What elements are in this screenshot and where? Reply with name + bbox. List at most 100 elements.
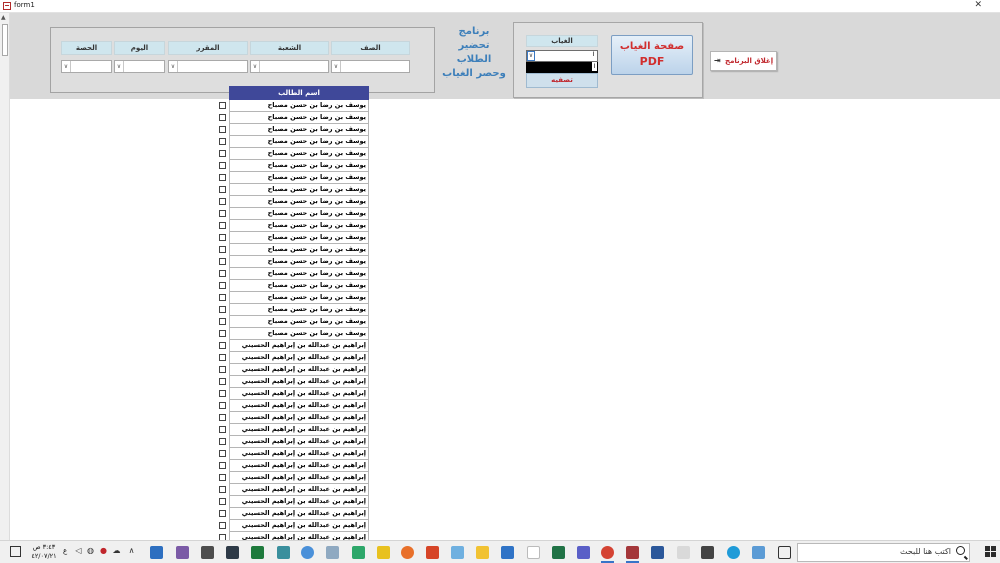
close-program-button[interactable]: إغلاق البرنامج ⇥ (710, 51, 777, 71)
student-name-cell[interactable]: يوسف بن رضا بن حسن مصباح (229, 304, 369, 316)
chevron-down-icon[interactable]: ∨ (115, 61, 124, 72)
app-icon[interactable] (451, 546, 464, 559)
student-name-cell[interactable]: يوسف بن رضا بن حسن مصباح (229, 160, 369, 172)
filter-period-combo[interactable]: ∨ (61, 60, 112, 73)
student-name-cell[interactable]: يوسف بن رضا بن حسن مصباح (229, 328, 369, 340)
vertical-scrollbar[interactable]: ▲ (0, 13, 10, 540)
task-view-icon[interactable] (778, 546, 791, 559)
student-name-cell[interactable]: يوسف بن رضا بن حسن مصباح (229, 136, 369, 148)
dropbox-icon[interactable] (677, 546, 690, 559)
student-name-cell[interactable]: إبراهيم بن عبدالله بن إبراهيم الحسيني (229, 472, 369, 484)
store-icon[interactable] (701, 546, 714, 559)
row-checkbox[interactable] (219, 318, 226, 325)
student-name-cell[interactable]: إبراهيم بن عبدالله بن إبراهيم الحسيني (229, 340, 369, 352)
app-icon[interactable] (426, 546, 439, 559)
student-name-cell[interactable]: يوسف بن رضا بن حسن مصباح (229, 184, 369, 196)
student-name-cell[interactable]: يوسف بن رضا بن حسن مصباح (229, 124, 369, 136)
chevron-down-icon[interactable]: ∨ (62, 61, 71, 72)
chevron-down-icon[interactable]: ∨ (332, 61, 341, 72)
network-icon[interactable]: ◍ (86, 546, 95, 556)
student-name-cell[interactable]: إبراهيم بن عبدالله بن إبراهيم الحسيني (229, 520, 369, 532)
app-icon[interactable] (226, 546, 239, 559)
taskbar-clock[interactable]: ٣:٤٣ ص ٤٢/٠٧/٢١ (30, 543, 58, 561)
row-checkbox[interactable] (219, 210, 226, 217)
student-name-cell[interactable]: إبراهيم بن عبدالله بن إبراهيم الحسيني (229, 484, 369, 496)
teams-icon[interactable] (577, 546, 590, 559)
onedrive-icon[interactable]: ☁ (112, 546, 121, 556)
student-name-cell[interactable]: إبراهيم بن عبدالله بن إبراهيم الحسيني (229, 460, 369, 472)
student-name-cell[interactable]: إبراهيم بن عبدالله بن إبراهيم الحسيني (229, 376, 369, 388)
student-name-cell[interactable]: إبراهيم بن عبدالله بن إبراهيم الحسيني (229, 400, 369, 412)
app-icon[interactable] (377, 546, 390, 559)
volume-icon[interactable]: ◁ (74, 546, 83, 556)
row-checkbox[interactable] (219, 462, 226, 469)
filter-course-combo[interactable]: ∨ (168, 60, 248, 73)
outlook-icon[interactable] (150, 546, 163, 559)
row-checkbox[interactable] (219, 162, 226, 169)
antivirus-icon[interactable]: ● (99, 546, 108, 556)
row-checkbox[interactable] (219, 126, 226, 133)
row-checkbox[interactable] (219, 450, 226, 457)
access-icon[interactable] (626, 546, 639, 563)
firefox-icon[interactable] (401, 546, 414, 559)
app-icon[interactable] (326, 546, 339, 559)
row-checkbox[interactable] (219, 474, 226, 481)
student-name-cell[interactable]: إبراهيم بن عبدالله بن إبراهيم الحسيني (229, 508, 369, 520)
row-checkbox[interactable] (219, 102, 226, 109)
windows-start-icon[interactable] (985, 546, 996, 557)
app-icon[interactable] (277, 546, 290, 559)
language-indicator[interactable]: ع (63, 547, 67, 555)
student-name-cell[interactable]: يوسف بن رضا بن حسن مصباح (229, 244, 369, 256)
filter-section-combo[interactable]: ∨ (250, 60, 329, 73)
row-checkbox[interactable] (219, 486, 226, 493)
student-name-cell[interactable]: يوسف بن رضا بن حسن مصباح (229, 292, 369, 304)
student-name-cell[interactable]: يوسف بن رضا بن حسن مصباح (229, 196, 369, 208)
filter-day-combo[interactable]: ∨ (114, 60, 165, 73)
row-checkbox[interactable] (219, 378, 226, 385)
excel-alt-icon[interactable] (251, 546, 264, 559)
chevron-down-icon[interactable]: ∨ (251, 61, 260, 72)
row-checkbox[interactable] (219, 258, 226, 265)
app-icon[interactable] (301, 546, 314, 559)
excel-icon[interactable] (552, 546, 565, 559)
app-icon[interactable] (352, 546, 365, 559)
student-name-cell[interactable]: يوسف بن رضا بن حسن مصباح (229, 280, 369, 292)
student-name-cell[interactable]: يوسف بن رضا بن حسن مصباح (229, 112, 369, 124)
app-icon[interactable] (527, 546, 540, 559)
row-checkbox[interactable] (219, 330, 226, 337)
student-name-cell[interactable]: يوسف بن رضا بن حسن مصباح (229, 220, 369, 232)
row-checkbox[interactable] (219, 522, 226, 529)
absence-filter-button[interactable]: تصفيه (526, 73, 598, 88)
row-checkbox[interactable] (219, 510, 226, 517)
row-checkbox[interactable] (219, 366, 226, 373)
edge-icon[interactable] (727, 546, 740, 559)
row-checkbox[interactable] (219, 354, 226, 361)
taskbar-search-box[interactable]: اكتب هنا للبحث (797, 543, 970, 562)
row-checkbox[interactable] (219, 426, 226, 433)
row-checkbox[interactable] (219, 342, 226, 349)
row-checkbox[interactable] (219, 186, 226, 193)
row-checkbox[interactable] (219, 270, 226, 277)
filter-class-combo[interactable]: ∨ (331, 60, 410, 73)
student-name-cell[interactable]: يوسف بن رضا بن حسن مصباح (229, 316, 369, 328)
row-checkbox[interactable] (219, 234, 226, 241)
student-name-cell[interactable]: إبراهيم بن عبدالله بن إبراهيم الحسيني (229, 364, 369, 376)
student-name-cell[interactable]: يوسف بن رضا بن حسن مصباح (229, 268, 369, 280)
student-name-cell[interactable]: يوسف بن رضا بن حسن مصباح (229, 172, 369, 184)
absence-pdf-button[interactable]: صفحة الغياب PDF (611, 35, 693, 75)
app-icon[interactable] (176, 546, 189, 559)
student-name-cell[interactable]: يوسف بن رضا بن حسن مصباح (229, 232, 369, 244)
row-checkbox[interactable] (219, 282, 226, 289)
row-checkbox[interactable] (219, 114, 226, 121)
file-explorer-icon[interactable] (476, 546, 489, 559)
notification-icon[interactable] (10, 546, 21, 557)
row-checkbox[interactable] (219, 198, 226, 205)
scrollbar-thumb[interactable] (2, 24, 8, 56)
student-name-cell[interactable]: إبراهيم بن عبدالله بن إبراهيم الحسيني (229, 412, 369, 424)
window-close-button[interactable]: ✕ (974, 0, 982, 10)
app-icon[interactable] (752, 546, 765, 559)
show-hidden-icons-icon[interactable]: ∧ (127, 546, 136, 556)
absence-dropdown-list[interactable]: I (526, 62, 598, 73)
student-name-cell[interactable]: إبراهيم بن عبدالله بن إبراهيم الحسيني (229, 388, 369, 400)
row-checkbox[interactable] (219, 402, 226, 409)
